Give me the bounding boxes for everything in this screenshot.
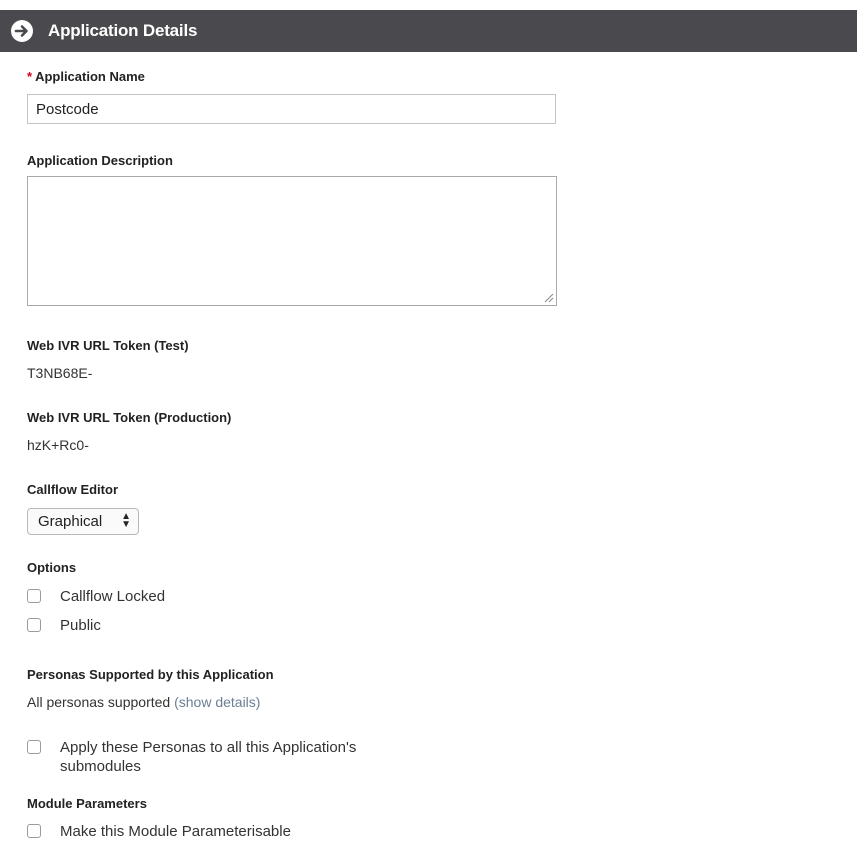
- callflow-locked-label: Callflow Locked: [60, 588, 166, 605]
- module-parameterisable-option[interactable]: Make this Module Parameterisable: [27, 822, 291, 841]
- apply-personas-checkbox[interactable]: [27, 740, 41, 754]
- ivr-token-production-label: Web IVR URL Token (Production): [27, 410, 232, 425]
- callflow-locked-checkbox[interactable]: [27, 589, 41, 603]
- select-arrows-icon: ▲ ▼: [121, 511, 131, 530]
- app-name-input[interactable]: [27, 94, 556, 124]
- section-header[interactable]: Application Details: [0, 10, 857, 52]
- app-description-textarea[interactable]: [27, 176, 557, 306]
- ivr-token-production-value: hzK+Rc0-: [27, 437, 89, 453]
- callflow-editor-selected: Graphical: [38, 513, 103, 530]
- ivr-token-test-value: T3NB68E-: [27, 365, 93, 381]
- callflow-editor-label: Callflow Editor: [27, 482, 118, 497]
- ivr-token-test-label: Web IVR URL Token (Test): [27, 338, 189, 353]
- required-marker: *: [27, 69, 33, 84]
- app-name-label-text: Application Name: [35, 69, 145, 84]
- personas-label: Personas Supported by this Application: [27, 667, 274, 682]
- module-parameterisable-label: Make this Module Parameterisable: [60, 823, 291, 840]
- personas-summary: All personas supported: [27, 694, 171, 710]
- public-label: Public: [60, 617, 101, 634]
- personas-summary-line: All personas supported (show details): [27, 694, 260, 710]
- options-label: Options: [27, 560, 77, 575]
- module-parameterisable-checkbox[interactable]: [27, 824, 41, 838]
- callflow-editor-select[interactable]: Graphical ▲ ▼: [27, 508, 139, 535]
- arrow-right-circle-icon: [11, 20, 33, 42]
- show-details-link[interactable]: (show details): [174, 694, 260, 710]
- option-callflow-locked[interactable]: Callflow Locked: [27, 587, 165, 606]
- apply-personas-label: Apply these Personas to all this Applica…: [60, 738, 356, 776]
- option-public[interactable]: Public: [27, 616, 101, 635]
- apply-personas-label-line1: Apply these Personas to all this Applica…: [60, 739, 357, 756]
- section-title: Application Details: [48, 21, 198, 40]
- app-description-label: Application Description: [27, 153, 173, 168]
- apply-personas-option[interactable]: Apply these Personas to all this Applica…: [27, 738, 356, 776]
- apply-personas-label-line2: submodules: [60, 758, 141, 775]
- public-checkbox[interactable]: [27, 618, 41, 632]
- module-parameters-label: Module Parameters: [27, 796, 147, 811]
- app-name-label: * Application Name: [27, 69, 145, 84]
- resize-grip-icon[interactable]: [544, 293, 554, 303]
